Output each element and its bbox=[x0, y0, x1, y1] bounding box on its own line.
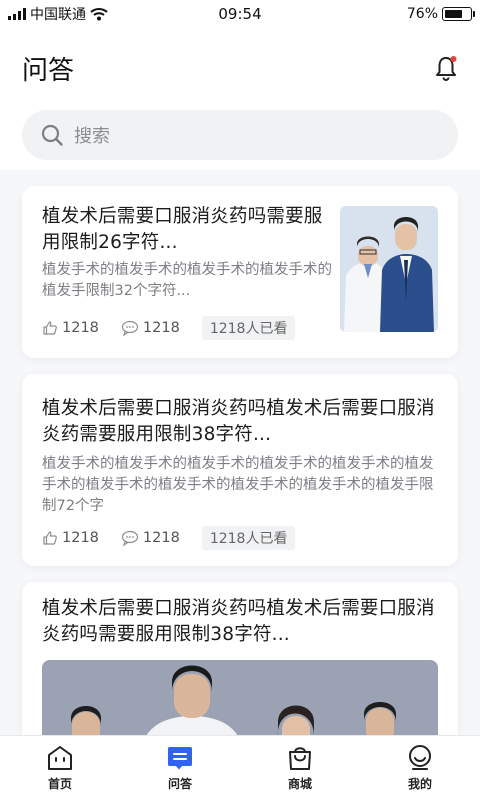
doctors-photo bbox=[340, 206, 438, 332]
page-title: 问答 bbox=[22, 56, 75, 86]
comment-button[interactable]: 1218 bbox=[121, 530, 180, 546]
search-input[interactable]: 搜索 bbox=[22, 110, 458, 160]
question-meta: 1218 1218 1218人已看 bbox=[42, 526, 296, 550]
status-left: 中国联通 bbox=[0, 4, 108, 24]
qa-icon bbox=[168, 747, 192, 770]
wifi-icon bbox=[90, 8, 108, 21]
status-right: 76% bbox=[407, 6, 480, 22]
tab-label: 商城 bbox=[287, 777, 312, 791]
question-summary: 植发手术的植发手术的植发手术的植发手术的植发手术的植发手术的植发手术的植发手术的… bbox=[42, 456, 434, 514]
like-button[interactable]: 1218 bbox=[42, 320, 99, 336]
question-meta: 1218 1218 1218人已看 bbox=[42, 316, 296, 340]
tab-label: 我的 bbox=[407, 777, 432, 791]
thumbs-up-icon bbox=[43, 531, 57, 545]
status-bar: 中国联通 09:54 76% bbox=[0, 0, 480, 28]
thumbs-up-icon bbox=[43, 321, 57, 335]
comment-button[interactable]: 1218 bbox=[121, 320, 180, 336]
carrier-name: 中国联通 bbox=[30, 7, 86, 23]
signal-icon bbox=[8, 8, 26, 20]
tab-label: 问答 bbox=[167, 777, 192, 791]
search-icon bbox=[41, 124, 63, 146]
like-count: 1218 bbox=[62, 530, 99, 546]
search-section: 搜索 bbox=[0, 108, 480, 170]
battery-icon bbox=[442, 7, 475, 21]
comment-count: 1218 bbox=[142, 320, 180, 336]
tab-label: 首页 bbox=[47, 777, 72, 791]
like-count: 1218 bbox=[62, 320, 99, 336]
view-count-badge: 1218人已看 bbox=[201, 526, 296, 550]
question-thumbnail bbox=[340, 206, 438, 332]
status-time: 09:54 bbox=[218, 5, 262, 23]
tab-bar: 首页 问答 商城 我的 bbox=[0, 735, 480, 800]
home-icon bbox=[48, 746, 72, 770]
comment-icon bbox=[121, 320, 139, 336]
search-placeholder: 搜索 bbox=[74, 126, 110, 147]
smiley-profile-icon bbox=[409, 745, 431, 770]
question-card[interactable]: 植发术后需要口服消炎药吗植发术后需要口服消炎药需要服用限制38字符... 植发手… bbox=[22, 374, 458, 566]
question-title: 植发术后需要口服消炎药吗需要服用限制26字符... bbox=[42, 206, 323, 253]
question-title: 植发术后需要口服消炎药吗植发术后需要口服消炎药需要服用限制38字符... bbox=[42, 398, 435, 445]
shopping-bag-icon bbox=[289, 747, 311, 770]
header: 问答 bbox=[0, 28, 480, 108]
tab-home[interactable]: 首页 bbox=[0, 736, 120, 800]
comment-count: 1218 bbox=[142, 530, 180, 546]
tab-qa[interactable]: 问答 bbox=[120, 736, 240, 800]
notification-bell-icon[interactable] bbox=[432, 54, 460, 82]
battery-percent: 76% bbox=[406, 6, 438, 22]
view-count-badge: 1218人已看 bbox=[201, 316, 296, 340]
tab-profile[interactable]: 我的 bbox=[360, 736, 480, 800]
qa-screen: 中国联通 09:54 76% 问答 搜索 植发术后需要口服消炎药吗需要服用限制2… bbox=[0, 0, 480, 800]
question-summary: 植发手术的植发手术的植发手术的植发手术的植发手限制32个字符... bbox=[42, 262, 332, 299]
tab-shop[interactable]: 商城 bbox=[240, 736, 360, 800]
question-title: 植发术后需要口服消炎药吗植发术后需要口服消炎药吗需要服用限制38字符... bbox=[42, 598, 435, 645]
question-card[interactable]: 植发术后需要口服消炎药吗需要服用限制26字符... 植发手术的植发手术的植发手术… bbox=[22, 186, 458, 358]
comment-icon bbox=[121, 530, 139, 546]
like-button[interactable]: 1218 bbox=[42, 530, 99, 546]
